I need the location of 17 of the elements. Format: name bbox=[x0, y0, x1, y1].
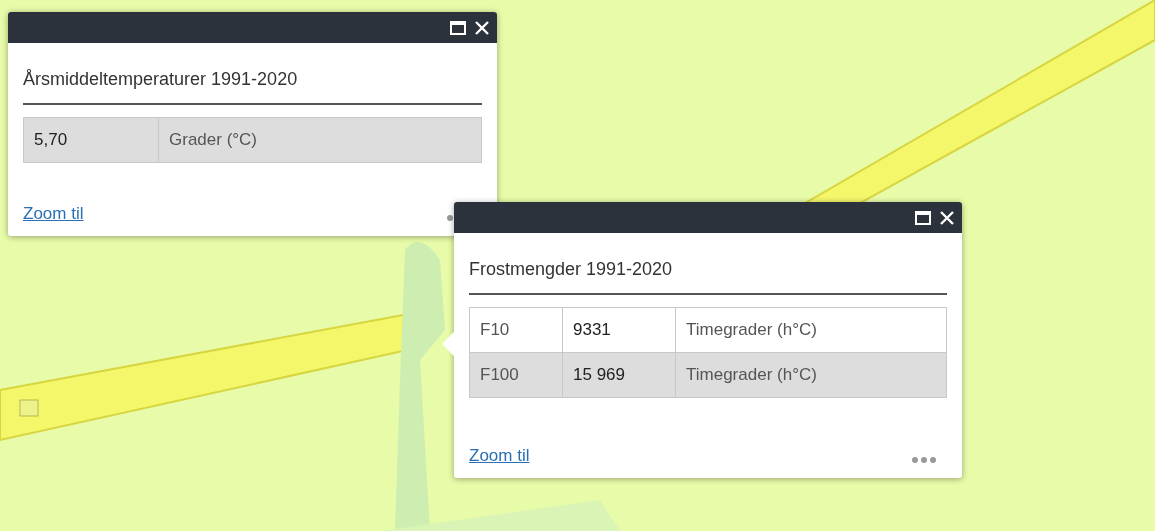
zoom-link[interactable]: Zoom til bbox=[23, 200, 84, 226]
zoom-link[interactable]: Zoom til bbox=[469, 442, 530, 468]
popup-title: Frostmengder 1991-2020 bbox=[469, 233, 947, 295]
maximize-icon[interactable] bbox=[449, 18, 467, 37]
maximize-icon[interactable] bbox=[914, 208, 932, 227]
table-cell: Grader (°C) bbox=[158, 117, 482, 163]
table-cell: 15 969 bbox=[562, 352, 676, 398]
close-icon[interactable] bbox=[473, 18, 491, 37]
table-cell: F100 bbox=[469, 352, 563, 398]
close-icon[interactable] bbox=[938, 208, 956, 227]
table-cell: 9331 bbox=[562, 307, 676, 353]
table-cell: 5,70 bbox=[23, 117, 159, 163]
table-cell: Timegrader (h°C) bbox=[675, 307, 947, 353]
table-cell: Timegrader (h°C) bbox=[675, 352, 947, 398]
table-cell: F10 bbox=[469, 307, 563, 353]
popup-title: Årsmiddeltemperaturer 1991-2020 bbox=[23, 43, 482, 105]
more-icon[interactable] bbox=[911, 456, 937, 464]
